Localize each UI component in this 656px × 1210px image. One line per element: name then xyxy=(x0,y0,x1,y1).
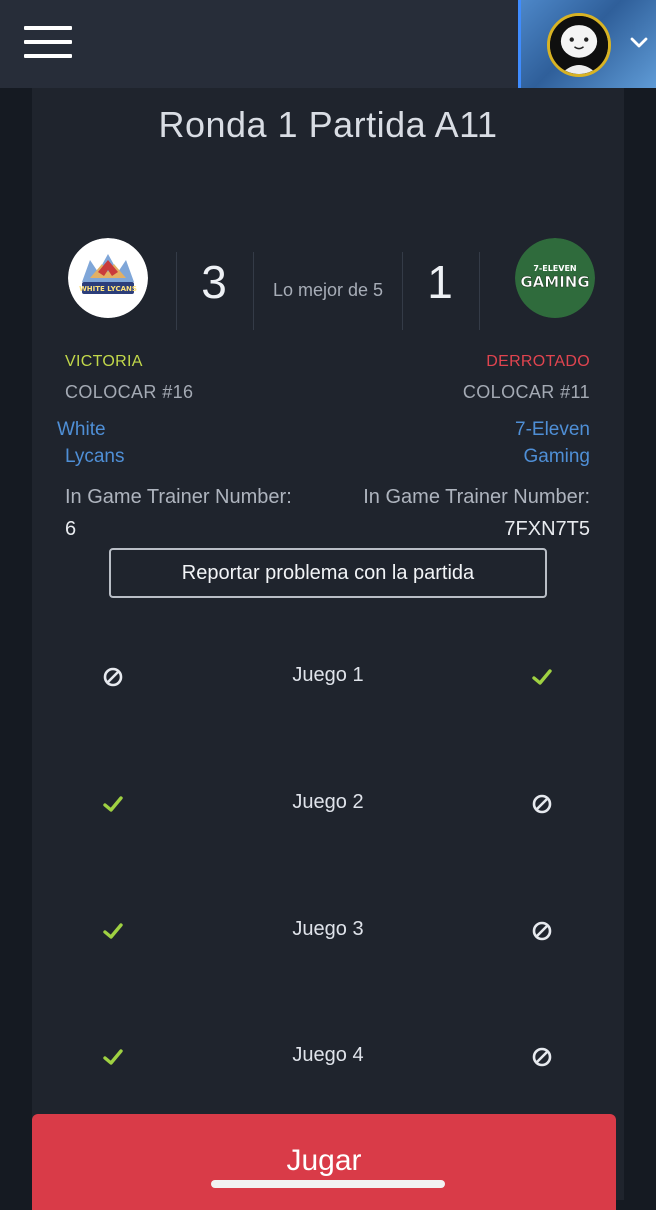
team2-name-line2: Gaming xyxy=(523,446,590,467)
team1-score: 3 xyxy=(201,256,227,308)
report-problem-button[interactable]: Reportar problema con la partida xyxy=(109,548,547,598)
team1-seed: COLOCAR #16 xyxy=(65,382,194,402)
team2-trainer-label: In Game Trainer Number: xyxy=(363,486,590,508)
game-label: Juego 4 xyxy=(292,1044,364,1066)
team2-name-link[interactable]: 7-Eleven Gaming xyxy=(460,416,590,470)
ban-icon xyxy=(531,920,553,942)
ban-icon xyxy=(531,1046,553,1068)
divider xyxy=(479,252,480,330)
team1-name-line2: Lycans xyxy=(65,446,125,467)
ban-icon xyxy=(531,793,553,815)
team2-result: DERROTADO xyxy=(486,353,590,370)
game-row: Juego 1 xyxy=(32,656,624,696)
check-icon xyxy=(102,1046,124,1068)
user-menu[interactable] xyxy=(518,0,656,88)
team1-trainer-label: In Game Trainer Number: xyxy=(65,486,292,508)
game-row: Juego 4 xyxy=(32,1036,624,1076)
team2-seed: COLOCAR #11 xyxy=(462,382,590,402)
game-row: Juego 2 xyxy=(32,783,624,823)
play-button[interactable]: Jugar xyxy=(32,1114,616,1210)
team1-name-link[interactable]: White Lycans xyxy=(57,416,187,470)
home-indicator xyxy=(211,1180,445,1188)
team1-logo[interactable]: WHITE LYCANS xyxy=(68,238,148,318)
team2-trainer-number: 7FXN7T5 xyxy=(504,518,590,540)
team2-score: 1 xyxy=(427,256,453,308)
team1-logo-text: WHITE LYCANS xyxy=(79,285,137,293)
game-label: Juego 3 xyxy=(292,918,364,940)
divider xyxy=(176,252,177,330)
best-of-label: Lo mejor de 5 xyxy=(272,280,384,300)
team2-logo-text-main: GAMING xyxy=(520,273,589,291)
check-icon xyxy=(102,793,124,815)
team2-logo[interactable]: 7-ELEVEN GAMING xyxy=(515,238,595,318)
divider xyxy=(253,252,254,330)
chevron-down-icon[interactable] xyxy=(629,32,649,52)
divider xyxy=(402,252,403,330)
ban-icon xyxy=(102,666,124,688)
team1-trainer-number: 6 xyxy=(65,518,77,540)
check-icon xyxy=(102,920,124,942)
check-icon xyxy=(531,666,553,688)
user-avatar-icon[interactable] xyxy=(547,13,611,77)
team1-result: VICTORIA xyxy=(65,353,143,370)
team1-name-line1: White xyxy=(57,419,106,440)
hamburger-menu-icon[interactable] xyxy=(24,26,72,58)
team2-name-line1: 7-Eleven xyxy=(515,419,590,440)
top-bar xyxy=(0,0,656,88)
team2-logo-text-top: 7-ELEVEN xyxy=(533,264,576,273)
match-title: Ronda 1 Partida A11 xyxy=(158,104,498,145)
game-label: Juego 2 xyxy=(292,791,364,813)
game-label: Juego 1 xyxy=(292,664,364,686)
game-row: Juego 3 xyxy=(32,910,624,950)
